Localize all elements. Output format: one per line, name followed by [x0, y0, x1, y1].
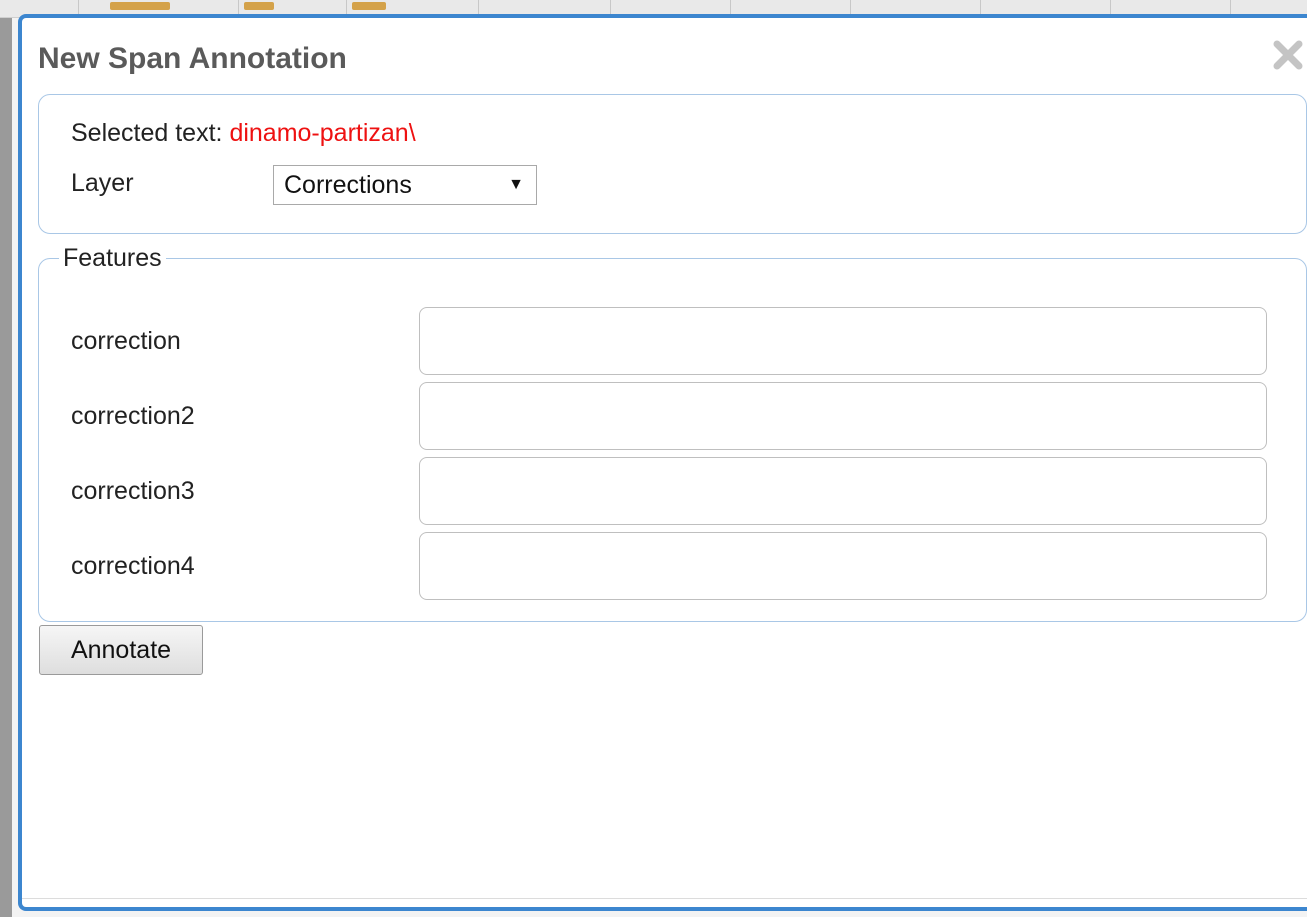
correction3-input[interactable] [419, 457, 1267, 525]
feature-label: correction4 [71, 552, 195, 580]
new-span-annotation-dialog: New Span Annotation Selected text: dinam… [18, 14, 1307, 911]
dialog-title: New Span Annotation [38, 42, 347, 75]
correction4-input[interactable] [419, 532, 1267, 600]
selected-text-label: Selected text: [71, 119, 223, 147]
selected-text-value: dinamo-partizan\ [229, 119, 416, 147]
close-icon[interactable] [1271, 38, 1305, 72]
dialog-titlebar[interactable]: New Span Annotation [22, 18, 1307, 90]
layer-select[interactable]: Corrections ▼ [273, 165, 537, 205]
feature-row-correction2: correction2 [39, 382, 1306, 452]
background-left-strip [0, 0, 12, 917]
chevron-down-icon: ▼ [508, 176, 524, 193]
correction-input[interactable] [419, 307, 1267, 375]
feature-label: correction [71, 327, 181, 355]
feature-row-correction: correction [39, 307, 1306, 377]
layer-selected-value: Corrections [284, 171, 412, 199]
dialog-bottom-divider [22, 898, 1307, 899]
feature-row-correction3: correction3 [39, 457, 1306, 527]
feature-row-correction4: correction4 [39, 532, 1306, 602]
annotate-button[interactable]: Annotate [39, 625, 203, 675]
feature-label: correction3 [71, 477, 195, 505]
layer-label: Layer [71, 169, 134, 197]
background-chip [244, 2, 274, 10]
background-chip [110, 2, 170, 10]
selected-text-row: Selected text: dinamo-partizan\ [71, 119, 416, 148]
selection-info-panel: Selected text: dinamo-partizan\ Layer Co… [38, 94, 1307, 234]
correction2-input[interactable] [419, 382, 1267, 450]
feature-label: correction2 [71, 402, 195, 430]
features-fieldset: Features correction correction2 correcti… [38, 244, 1307, 622]
features-legend: Features [63, 244, 162, 272]
background-chip [352, 2, 386, 10]
